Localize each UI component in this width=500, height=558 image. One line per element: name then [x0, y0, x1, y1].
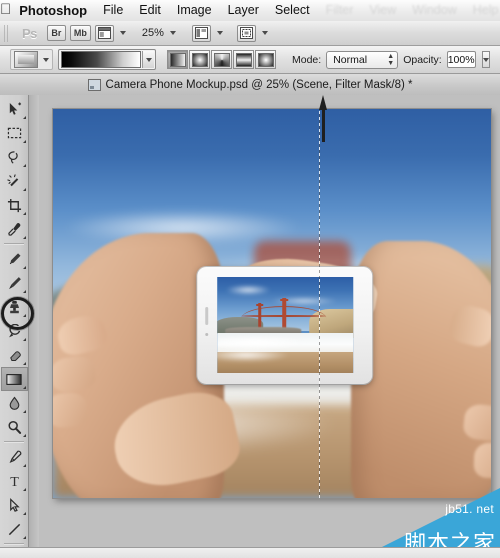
gradient-drag-line	[319, 111, 320, 498]
bottom-strip	[0, 547, 500, 558]
horizontal-type-tool[interactable]: T	[1, 469, 28, 493]
menu-item-layer[interactable]: Layer	[220, 0, 267, 21]
menu-item-view[interactable]: View	[361, 0, 404, 21]
phone-screen-photo	[216, 277, 354, 374]
svg-text:T: T	[10, 474, 19, 489]
right-hand-finger-3	[473, 442, 491, 479]
tool-preset-picker[interactable]	[10, 49, 53, 70]
pen-tool[interactable]	[1, 445, 28, 469]
document-area: jb51. net 脚本之家	[39, 95, 500, 558]
left-hand-finger-3	[53, 391, 89, 429]
menu-item-file[interactable]: File	[95, 0, 131, 21]
line-tool[interactable]	[1, 517, 28, 541]
right-hand-finger-1	[446, 301, 491, 350]
opacity-chevron-down-icon[interactable]	[481, 51, 490, 68]
tool-options-bar: Mode: Normal ▲▼ Opacity: 100% Reverse Di	[0, 46, 500, 74]
dodge-tool[interactable]	[1, 415, 28, 439]
opacity-label: Opacity:	[403, 53, 442, 66]
gradient-preset-chevron-down-icon[interactable]	[142, 51, 154, 68]
brush-tool[interactable]	[1, 271, 28, 295]
view-extras-icon[interactable]	[236, 24, 256, 42]
right-hand-finger-2	[462, 402, 491, 443]
tool-preset-chevron-down-icon[interactable]	[43, 57, 49, 62]
radial-gradient-button[interactable]	[189, 50, 210, 69]
opacity-input[interactable]: 100%	[446, 51, 476, 68]
blend-mode-select[interactable]: Normal ▲ ▼	[326, 50, 399, 69]
rectangular-marquee-tool[interactable]	[1, 121, 28, 145]
path-selection-tool[interactable]	[1, 493, 28, 517]
gradient-tool-preset-icon	[14, 51, 38, 68]
document-title: Camera Phone Mockup.psd @ 25% (Scene, Fi…	[105, 78, 413, 91]
toolbox-divider-3	[4, 543, 24, 545]
linear-gradient-button[interactable]	[167, 50, 188, 69]
photoshop-window:  Photoshop File Edit Image Layer Select…	[0, 0, 500, 558]
gradient-tool[interactable]	[0, 367, 28, 391]
clone-stamp-tool[interactable]	[1, 295, 28, 319]
history-brush-tool[interactable]	[1, 319, 28, 343]
launch-bridge-button[interactable]: Br	[46, 25, 66, 41]
document-thumbnail-icon	[87, 78, 101, 91]
smartphone-mockup	[197, 266, 373, 384]
phone-earpiece	[205, 306, 208, 326]
diamond-gradient-button[interactable]	[255, 50, 276, 69]
gradient-type-buttons	[167, 50, 276, 69]
eraser-tool[interactable]	[1, 343, 28, 367]
screen-bridge-tower-right	[280, 297, 288, 330]
magic-wand-tool[interactable]	[1, 169, 28, 193]
screen-mode-chevron-down-icon[interactable]	[216, 31, 223, 35]
screen-cloud-1	[224, 285, 272, 295]
arrange-documents-chevron-down-icon[interactable]	[119, 31, 126, 35]
phone-front-camera	[205, 333, 209, 337]
menu-item-help[interactable]: Help	[465, 0, 500, 21]
menu-item-filter[interactable]: Filter	[318, 0, 362, 21]
apple-logo-icon[interactable]: 	[0, 2, 11, 19]
watermark-url: jb51. net	[445, 502, 494, 516]
lasso-tool[interactable]	[1, 145, 28, 169]
crop-tool[interactable]	[1, 193, 28, 217]
image-canvas[interactable]	[53, 109, 491, 498]
zoom-level-value[interactable]: 25%	[142, 27, 164, 39]
blur-tool[interactable]	[1, 391, 28, 415]
zoom-level-chevron-down-icon[interactable]	[169, 31, 176, 35]
menu-item-image[interactable]: Image	[169, 0, 220, 21]
appbar-grip[interactable]	[4, 24, 10, 42]
photoshop-logo-icon: Ps	[22, 25, 37, 41]
gradient-preview-swatch[interactable]	[61, 51, 141, 68]
arrange-documents-icon[interactable]	[94, 24, 114, 42]
left-hand-finger-2	[53, 353, 98, 394]
reflected-gradient-button[interactable]	[233, 50, 254, 69]
menu-item-select[interactable]: Select	[267, 0, 318, 21]
blend-mode-value: Normal	[333, 53, 368, 66]
screen-bridge-tower-left	[255, 303, 263, 331]
menu-item-photoshop[interactable]: Photoshop	[11, 0, 95, 21]
menu-item-edit[interactable]: Edit	[131, 0, 169, 21]
angle-gradient-button[interactable]	[211, 50, 232, 69]
upward-arrow-annotation	[319, 95, 328, 151]
eyedropper-tool[interactable]	[1, 217, 28, 241]
toolbox-divider-1	[4, 243, 24, 245]
application-bar: Ps Br Mb 25%	[0, 21, 500, 46]
gradient-preset-picker[interactable]	[58, 49, 156, 70]
launch-mini-bridge-button[interactable]: Mb	[69, 25, 91, 41]
toolbox-panel: T	[0, 95, 29, 558]
arrow-shaft	[322, 108, 325, 142]
document-tab[interactable]: Camera Phone Mockup.psd @ 25% (Scene, Fi…	[0, 74, 500, 96]
spot-healing-brush-tool[interactable]	[1, 247, 28, 271]
mac-menu-bar:  Photoshop File Edit Image Layer Select…	[0, 0, 500, 22]
toolbox-divider-2	[4, 441, 24, 443]
left-hand-finger-1	[54, 312, 110, 360]
screen-wet-sand	[216, 348, 291, 362]
view-extras-chevron-down-icon[interactable]	[261, 31, 268, 35]
move-tool[interactable]	[1, 97, 28, 121]
screen-mode-icon[interactable]	[191, 24, 211, 42]
blend-mode-stepper-icon: ▲ ▼	[387, 52, 395, 67]
menu-item-window[interactable]: Window	[404, 0, 464, 21]
mode-label: Mode:	[292, 53, 322, 66]
